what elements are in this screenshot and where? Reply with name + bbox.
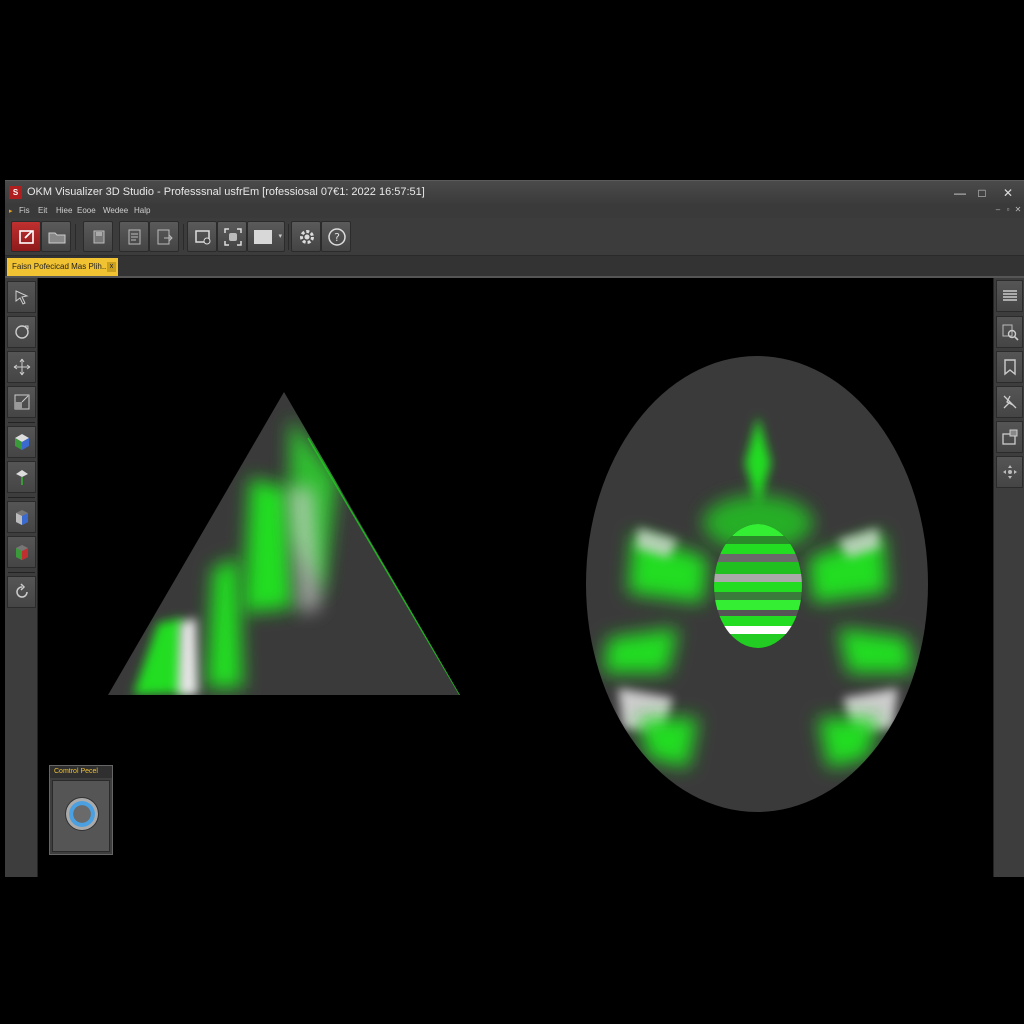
box-side-tool-button[interactable] [7,536,36,568]
open-button[interactable] [41,221,71,252]
display-mode-dropdown[interactable]: ▾ [247,221,285,252]
close-button[interactable]: ✕ [997,184,1019,202]
help-button[interactable]: ? [321,221,351,252]
bookmark-icon [1004,359,1016,376]
mdi-restore-button[interactable]: ▫ [1003,205,1013,217]
rotate-tool-button[interactable] [7,316,36,348]
save-icon [93,230,105,244]
svg-text:?: ? [334,231,340,244]
control-panel-title: Comtrol Pecel [50,766,112,778]
gear-icon [300,230,314,244]
pin-tool-button[interactable] [7,461,36,493]
refresh-icon [16,583,28,598]
export-button[interactable] [149,221,179,252]
measure-button[interactable] [996,386,1023,418]
menu-bar: ▸ Fis Eit Hiee Eooe Wedee Halp – ▫ ✕ [5,204,1024,218]
pyramid-object[interactable] [108,392,460,695]
menu-edit[interactable]: Eit [38,206,47,215]
export-icon [157,229,173,245]
control-panel[interactable]: Comtrol Pecel [49,765,113,855]
left-tool-palette [5,278,38,877]
app-logo-icon: S [9,186,22,199]
menu-window[interactable]: Wedee [103,206,128,215]
main-toolbar: ▾ ? [5,218,1024,256]
title-bar: S OKM Visualizer 3D Studio - Professsnal… [5,180,1024,204]
move-icon [13,358,31,376]
navigate-button[interactable] [996,456,1023,488]
cube-tool-button[interactable] [7,426,36,458]
app-window: S OKM Visualizer 3D Studio - Professsnal… [5,180,1024,877]
orbit-knob[interactable] [65,797,99,831]
target-frame-icon [224,228,242,246]
menu-help[interactable]: Halp [134,206,150,215]
scale-tool-button[interactable] [7,386,36,418]
chevron-down-icon: ▾ [278,233,282,240]
maximize-button[interactable]: □ [971,184,993,202]
layers-panel-button[interactable] [996,280,1023,312]
ring-object[interactable] [586,356,928,812]
bookmark-button[interactable] [996,351,1023,383]
menu-scene[interactable]: Eooe [77,206,96,215]
document-icon [128,229,141,245]
new-scene-icon [19,230,34,244]
document-button[interactable] [119,221,149,252]
box-front-tool-button[interactable] [7,501,36,533]
new-scene-button[interactable] [11,221,41,252]
move-tool-button[interactable] [7,351,36,383]
scale-icon [14,394,30,410]
measure-icon [1003,395,1017,409]
window-title: OKM Visualizer 3D Studio - Professsnal u… [27,186,425,198]
menu-file[interactable]: Fis [19,206,30,215]
screen-capture-button[interactable] [187,221,217,252]
navigate-icon [1003,465,1017,479]
reset-view-button[interactable] [7,576,36,608]
menu-grip-icon: ▸ [9,208,13,215]
pin-icon [16,470,28,485]
box-front-icon [16,510,28,525]
menu-view[interactable]: Hiee [56,206,72,215]
right-tool-palette [993,278,1024,877]
layers-panel-icon [1003,290,1017,301]
folder-icon [48,232,66,244]
zoom-search-button[interactable] [996,316,1023,348]
minimize-button[interactable]: — [949,184,971,202]
zoom-search-icon [1002,324,1019,341]
screen-capture-icon [195,230,211,245]
document-tab[interactable]: Faisn Pofecicad Mas Plih.. x [7,258,118,276]
snapshot-icon [1002,429,1018,445]
target-frame-button[interactable] [217,221,247,252]
select-arrow-icon [15,290,29,305]
tab-close-button[interactable]: x [107,262,116,272]
select-tool-button[interactable] [7,281,36,313]
document-tab-strip: Faisn Pofecicad Mas Plih.. x [5,256,1024,278]
box-side-icon [16,545,28,560]
scene-canvas [108,356,928,812]
save-button[interactable] [83,221,113,252]
cube-icon [15,434,29,450]
help-icon: ? [328,228,346,246]
settings-button[interactable] [291,221,321,252]
mdi-minimize-button[interactable]: – [993,205,1003,217]
document-tab-label: Faisn Pofecicad Mas Plih.. [12,262,107,271]
rotate-icon [15,325,29,339]
display-mode-icon [254,230,272,244]
snapshot-button[interactable] [996,421,1023,453]
mdi-close-button[interactable]: ✕ [1013,205,1023,217]
3d-viewport[interactable] [38,278,993,877]
control-panel-body [52,780,110,852]
